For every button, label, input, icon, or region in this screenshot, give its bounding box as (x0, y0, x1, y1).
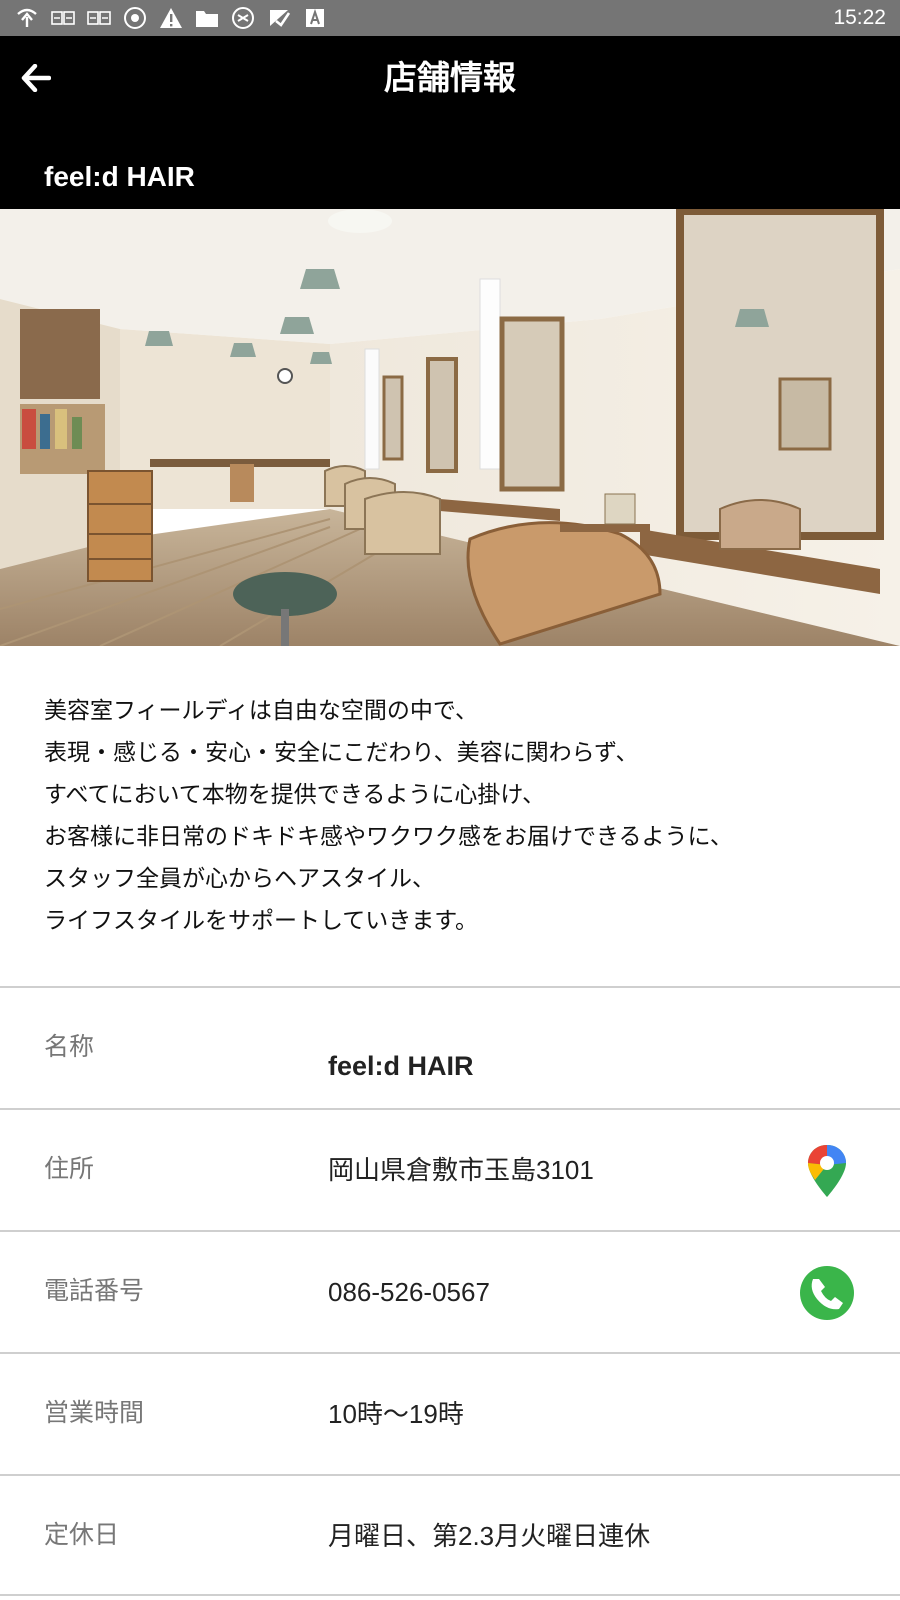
info-label: 名称 (44, 1032, 95, 1061)
settings-icon (122, 6, 148, 30)
map-button[interactable] (798, 1142, 856, 1200)
info-label: 住所 (44, 1154, 95, 1183)
description-line: すべてにおいて本物を提供できるように心掛け、 (44, 782, 546, 808)
info-value: 岡山県倉敷市玉島3101 (328, 1155, 594, 1185)
info-value: 086-526-0567 (328, 1277, 490, 1307)
phone-icon (800, 1266, 854, 1320)
info-row-hours: 営業時間 10時〜19時 (0, 1352, 900, 1474)
description-line: ライフスタイルをサポートしていきます。 (44, 908, 479, 934)
call-button[interactable] (798, 1264, 856, 1322)
shop-info-table: 名称 feel:d HAIR 住所 岡山県倉敷市玉島3101 電話番号 086-… (0, 986, 900, 1596)
description-line: 表現・感じる・安心・安全にこだわり、美容に関わらず、 (44, 740, 639, 766)
description-line: お客様に非日常のドキドキ感やワクワク感をお届けできるように、 (44, 824, 733, 850)
description-line: 美容室フィールディは自由な空間の中で、 (44, 698, 479, 724)
info-label: 定休日 (44, 1520, 120, 1549)
info-row-address: 住所 岡山県倉敷市玉島3101 (0, 1108, 900, 1230)
info-value: 月曜日、第2.3月火曜日連休 (328, 1521, 651, 1551)
shop-name-header: feel:d HAIR (44, 161, 195, 192)
folder-icon (194, 6, 220, 30)
shop-description: 美容室フィールディは自由な空間の中で、 表現・感じる・安心・安全にこだわり、美容… (44, 690, 864, 942)
status-time: 15:22 (833, 6, 886, 29)
info-value: 10時〜19時 (328, 1399, 464, 1429)
info-row-holiday: 定休日 月曜日、第2.3月火曜日連休 (0, 1474, 900, 1596)
info-value: feel:d HAIR (328, 1051, 474, 1081)
info-label: 電話番号 (44, 1276, 145, 1305)
sim-icon (86, 6, 112, 30)
sync-icon (230, 6, 256, 30)
info-label: 営業時間 (44, 1398, 145, 1427)
page-title: 店舗情報 (384, 58, 516, 97)
status-icons (14, 6, 328, 30)
signal-icon (14, 6, 40, 30)
status-bar: 15:22 (0, 0, 900, 36)
warning-icon (158, 6, 184, 30)
font-icon (302, 6, 328, 30)
salon-interior-photo (0, 209, 900, 646)
info-row-name: 名称 feel:d HAIR (0, 986, 900, 1108)
info-row-phone: 電話番号 086-526-0567 (0, 1230, 900, 1352)
map-pin-icon (808, 1145, 846, 1197)
app-bar: 店舗情報 feel:d HAIR (0, 36, 900, 209)
sim-icon (50, 6, 76, 30)
check-icon (266, 6, 292, 30)
description-line: スタッフ全員が心からヘアスタイル、 (44, 866, 435, 892)
